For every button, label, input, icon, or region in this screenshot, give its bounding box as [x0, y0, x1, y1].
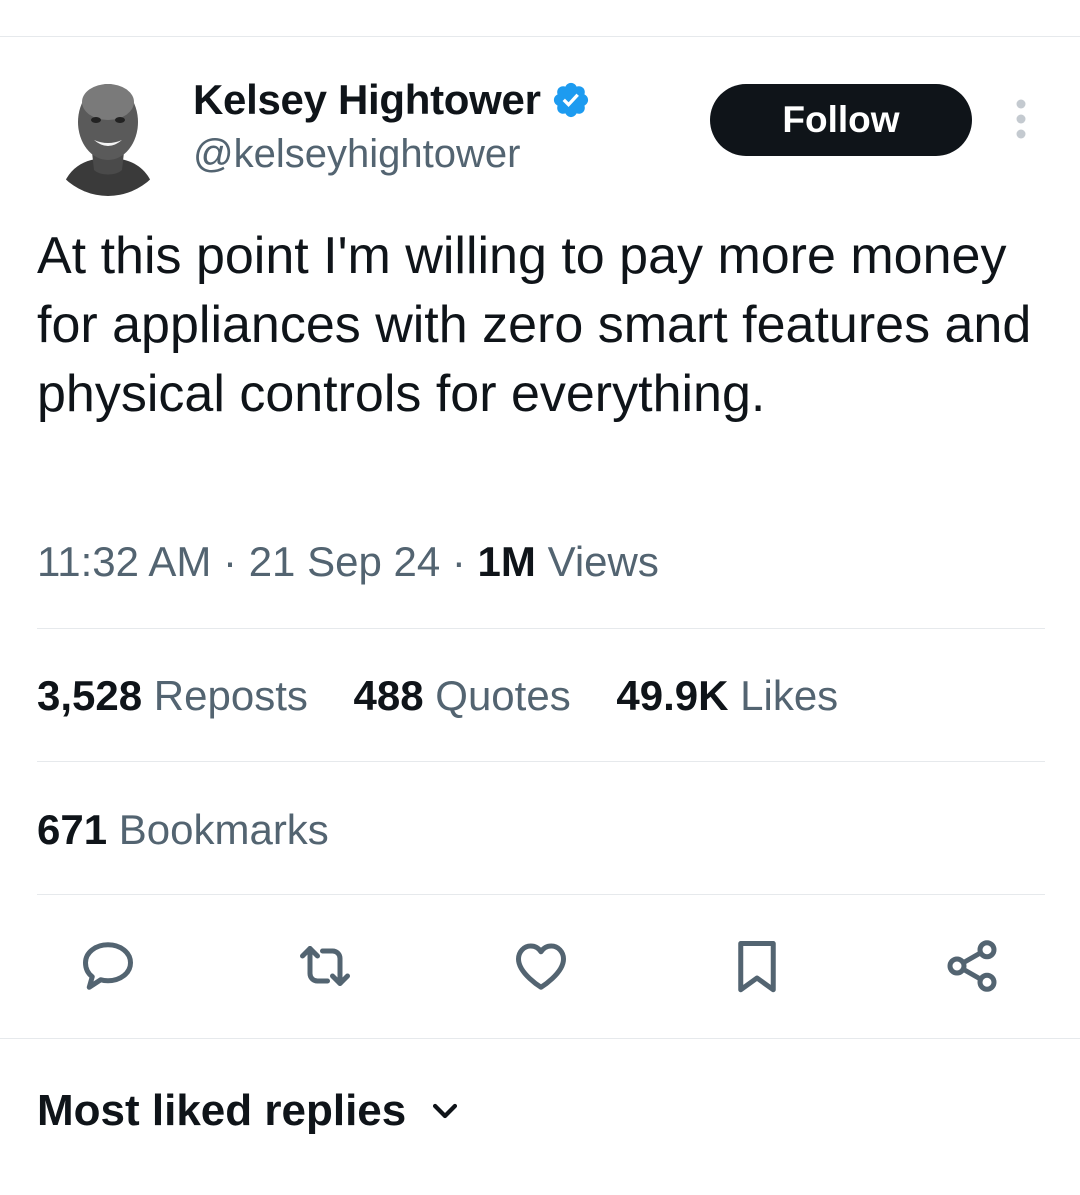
- replies-sort-dropdown[interactable]: Most liked replies: [37, 1086, 462, 1136]
- verified-badge-icon: [553, 82, 588, 118]
- more-options-button[interactable]: [1006, 98, 1036, 142]
- top-divider: [0, 36, 1080, 37]
- divider: [37, 761, 1045, 762]
- tweet-text: At this point I'm willing to pay more mo…: [37, 227, 1032, 423]
- section-divider: [0, 1038, 1080, 1039]
- views-count: 1M: [477, 538, 536, 585]
- chevron-down-icon: [433, 1103, 458, 1119]
- like-button[interactable]: [509, 934, 573, 998]
- meta-separator: ·: [223, 538, 238, 585]
- likes-count: 49.9K: [616, 672, 729, 719]
- likes-stat[interactable]: 49.9K Likes: [616, 672, 838, 720]
- meta-separator: ·: [451, 538, 466, 585]
- views-label: Views: [547, 538, 659, 585]
- reply-button[interactable]: [76, 934, 140, 998]
- divider: [37, 628, 1045, 629]
- reposts-count: 3,528: [37, 672, 143, 719]
- divider: [37, 894, 1045, 895]
- bookmark-button[interactable]: [725, 934, 789, 998]
- engagement-stats: 3,528 Reposts 488 Quotes 49.9K Likes: [37, 672, 872, 720]
- follow-button[interactable]: Follow: [710, 84, 972, 156]
- bookmark-icon: [738, 941, 776, 993]
- author-handle[interactable]: @kelseyhightower: [193, 132, 520, 177]
- tweet-time[interactable]: 11:32 AM: [37, 538, 211, 585]
- reposts-label: Reposts: [153, 672, 308, 719]
- author-name-row[interactable]: Kelsey Hightower: [193, 76, 591, 124]
- repost-button[interactable]: [293, 934, 357, 998]
- author-display-name[interactable]: Kelsey Hightower: [193, 76, 541, 124]
- bookmarks-label: Bookmarks: [118, 806, 329, 853]
- avatar-photo: [46, 72, 170, 196]
- quotes-label: Quotes: [435, 672, 571, 719]
- tweet-date[interactable]: 21 Sep 24: [249, 538, 441, 585]
- more-vertical-icon: [1016, 99, 1026, 139]
- share-button[interactable]: [940, 934, 1004, 998]
- tweet-meta: 11:32 AM · 21 Sep 24 · 1M Views: [37, 538, 659, 586]
- avatar[interactable]: [46, 72, 170, 196]
- repost-icon: [300, 946, 350, 986]
- like-icon: [516, 943, 566, 990]
- quotes-count: 488: [353, 672, 424, 719]
- likes-label: Likes: [740, 672, 839, 719]
- share-icon: [947, 940, 997, 992]
- bookmarks-stat[interactable]: 671 Bookmarks: [37, 806, 329, 854]
- reply-icon: [83, 942, 133, 990]
- replies-sort-label: Most liked replies: [37, 1086, 407, 1135]
- quotes-stat[interactable]: 488 Quotes: [354, 672, 571, 720]
- reposts-stat[interactable]: 3,528 Reposts: [37, 672, 308, 720]
- bookmarks-count: 671: [37, 806, 108, 853]
